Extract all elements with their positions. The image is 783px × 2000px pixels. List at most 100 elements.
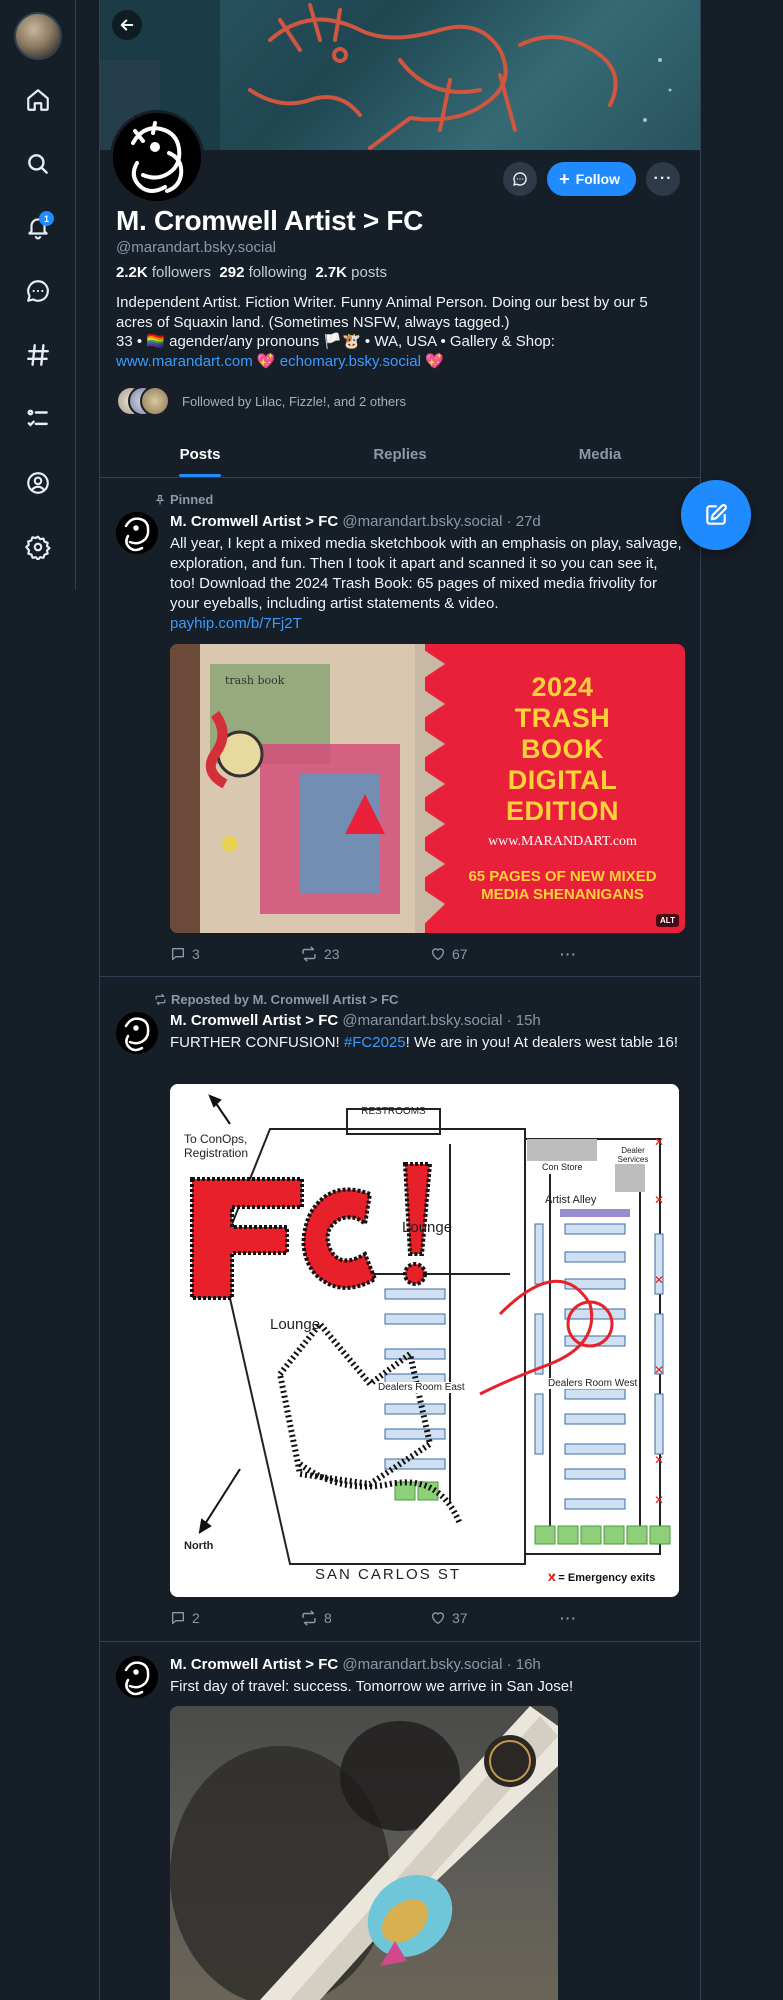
repost-button[interactable]: 8	[300, 1609, 430, 1627]
map-dealer-services: Dealer Services	[617, 1146, 649, 1164]
post-author-avatar[interactable]	[116, 1656, 158, 1698]
poster-url: www.MARANDART.com	[488, 834, 637, 849]
post-text: All year, I kept a mixed media sketchboo…	[170, 535, 682, 632]
post-image-travel[interactable]	[170, 1706, 558, 2000]
follow-button[interactable]: + Follow	[547, 162, 636, 196]
reply-button[interactable]: 2	[170, 1609, 300, 1627]
svg-text:✕: ✕	[654, 1193, 664, 1207]
hashtag-icon[interactable]	[20, 337, 56, 373]
like-button[interactable]: 67	[430, 945, 560, 963]
ellipsis-icon: ···	[560, 946, 577, 962]
compose-button[interactable]	[681, 480, 751, 550]
map-con-store: Con Store	[542, 1162, 583, 1172]
map-dealers-east: Dealers Room East	[378, 1382, 465, 1393]
post-header: M. Cromwell Artist > FC @marandart.bsky.…	[170, 1012, 541, 1029]
hashtag-link[interactable]: #FC2025	[344, 1034, 406, 1051]
author-name[interactable]: M. Cromwell Artist > FC	[170, 1656, 338, 1673]
notification-badge: 1	[39, 211, 54, 226]
post-actions: 3 23 67 ···	[170, 945, 690, 963]
post-author-avatar[interactable]	[116, 1012, 158, 1054]
bio-line: Independent Artist. Fiction Writer. Funn…	[116, 294, 648, 331]
post-travel[interactable]: M. Cromwell Artist > FC @marandart.bsky.…	[100, 1642, 700, 2000]
post-time[interactable]: · 27d	[507, 513, 541, 530]
tab-media[interactable]: Media	[500, 432, 700, 477]
author-name[interactable]: M. Cromwell Artist > FC	[170, 513, 338, 530]
like-button[interactable]: 37	[430, 1609, 560, 1627]
post-pinned[interactable]: Pinned M. Cromwell Artist > FC @marandar…	[100, 478, 700, 978]
svg-text:✕: ✕	[654, 1363, 664, 1377]
back-button[interactable]	[112, 10, 142, 40]
website-link[interactable]: www.marandart.com	[116, 353, 253, 370]
tab-posts[interactable]: Posts	[100, 432, 300, 477]
profile-display-name: M. Cromwell Artist > FC	[116, 205, 424, 236]
author-handle[interactable]: @marandart.bsky.social	[342, 1012, 502, 1029]
search-icon[interactable]	[20, 146, 56, 182]
heart-emoji: 💖	[425, 352, 444, 370]
home-icon[interactable]	[20, 82, 56, 118]
followed-by[interactable]: Followed by Lilac, Fizzle!, and 2 others	[116, 384, 406, 418]
author-handle[interactable]: @marandart.bsky.social	[342, 513, 502, 530]
profile-avatar[interactable]	[110, 110, 204, 204]
post-author-avatar[interactable]	[116, 512, 158, 554]
more-options-button[interactable]: ···	[646, 162, 680, 196]
profile-stats: 2.2K followers 292 following 2.7K posts	[116, 264, 387, 281]
post-image-trash-book[interactable]: trash book 2024 TRASH BOOK DIGITAL EDITI…	[170, 644, 685, 933]
repost-icon	[302, 1610, 316, 1626]
post-image-floor-map[interactable]: ✕ ✕ ✕ ✕ ✕ ✕ ✕ RESTROOMS To ConOps, Regis…	[170, 1084, 679, 1597]
svg-text:✕: ✕	[654, 1493, 664, 1507]
follow-label: Follow	[575, 171, 620, 187]
ellipsis-icon: ···	[653, 170, 673, 187]
profile-handle: @marandart.bsky.social	[116, 239, 277, 256]
profile-bio: Independent Artist. Fiction Writer. Funn…	[116, 293, 686, 371]
post-repost[interactable]: Reposted by M. Cromwell Artist > FC M. C…	[100, 977, 700, 1642]
message-button[interactable]	[503, 162, 538, 196]
ellipsis-icon: ···	[560, 1610, 577, 1626]
post-header: M. Cromwell Artist > FC @marandart.bsky.…	[170, 513, 541, 530]
tab-replies[interactable]: Replies	[300, 432, 500, 477]
map-restrooms: RESTROOMS	[361, 1106, 426, 1117]
bell-icon[interactable]: 1	[20, 209, 56, 245]
svg-text:✕: ✕	[654, 1273, 664, 1287]
list-icon[interactable]	[20, 401, 56, 437]
map-lounge-top: Lounge	[402, 1219, 453, 1236]
posts-count: 2.7K posts	[315, 264, 388, 281]
repost-icon	[302, 946, 316, 962]
poster-subtitle: 65 PAGES OF NEW MIXED MEDIA SHENANIGANS	[468, 868, 657, 903]
svg-text:✕: ✕	[654, 1453, 664, 1467]
author-handle[interactable]: @marandart.bsky.social	[342, 1656, 502, 1673]
profile-tabs: Posts Replies Media	[100, 432, 700, 478]
svg-text:✕: ✕	[654, 1135, 664, 1149]
followed-by-text: Followed by Lilac, Fizzle!, and 2 others	[182, 393, 406, 409]
post-more-button[interactable]: ···	[560, 1609, 690, 1627]
avatar[interactable]	[14, 12, 62, 60]
map-artist-alley: Artist Alley	[545, 1194, 597, 1206]
book-label: trash book	[225, 674, 285, 687]
reply-icon	[172, 1612, 184, 1624]
follower-avatars	[116, 384, 172, 418]
map-conops: To ConOps, Registration	[184, 1132, 249, 1160]
chat-icon[interactable]	[20, 273, 56, 309]
heart-emoji: 💖	[256, 352, 276, 370]
post-text: First day of travel: success. Tomorrow w…	[170, 1678, 574, 1695]
post-time[interactable]: · 16h	[507, 1656, 541, 1673]
payhip-link[interactable]: payhip.com/b/7Fj2T	[170, 615, 302, 632]
gear-icon[interactable]	[20, 529, 56, 565]
repost-icon	[155, 993, 166, 1006]
post-more-button[interactable]: ···	[560, 945, 690, 963]
author-name[interactable]: M. Cromwell Artist > FC	[170, 1012, 338, 1029]
poster-title: 2024 TRASH BOOK DIGITAL EDITION	[505, 672, 619, 826]
profile-icon[interactable]	[20, 465, 56, 501]
followers-link[interactable]: 2.2K followers	[116, 264, 211, 281]
alt-badge[interactable]: ALT	[656, 914, 679, 927]
pinned-label: Pinned	[154, 492, 213, 507]
echo-profile-link[interactable]: echomary.bsky.social	[280, 353, 421, 370]
repost-button[interactable]: 23	[300, 945, 430, 963]
following-link[interactable]: 292 following	[219, 264, 307, 281]
profile-actions: + Follow ···	[503, 162, 680, 196]
reply-button[interactable]: 3	[170, 945, 300, 963]
post-time[interactable]: · 15h	[507, 1012, 541, 1029]
plus-icon: +	[559, 169, 570, 189]
map-lounge: Lounge	[270, 1316, 321, 1333]
left-nav: 1	[0, 0, 76, 590]
bio-line: 33 • 🏳️‍🌈 agender/any pronouns 🏳️🐮 • WA,…	[116, 333, 555, 350]
